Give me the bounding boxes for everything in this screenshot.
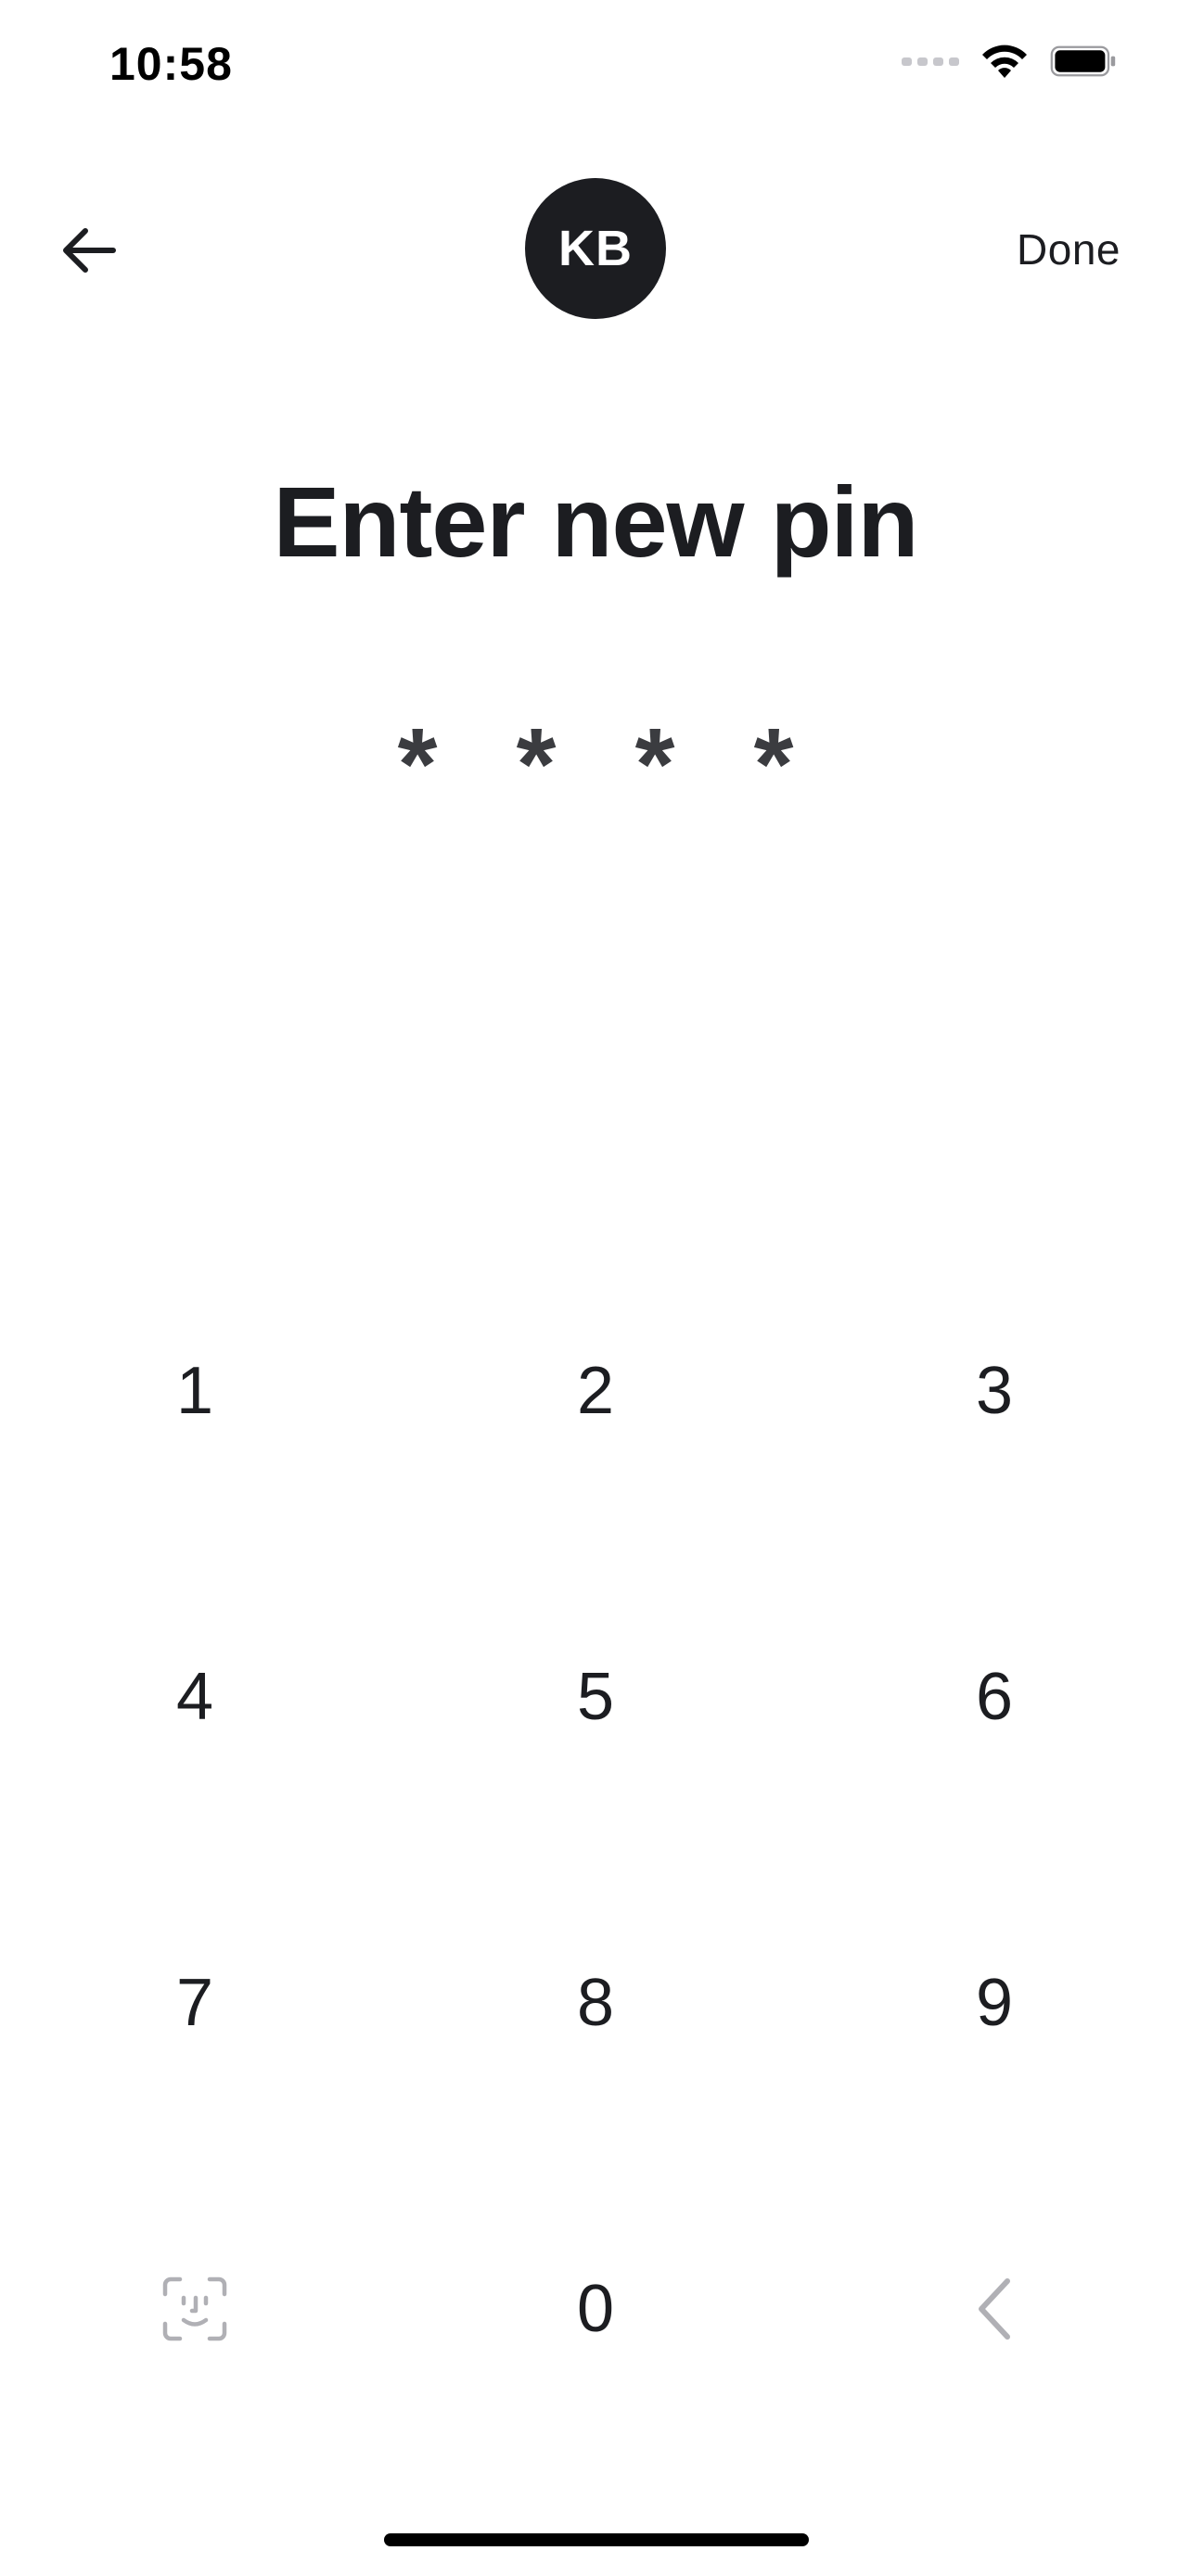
key-1[interactable]: 1 xyxy=(56,1298,334,1484)
chevron-left-icon xyxy=(979,2278,1010,2340)
pin-char: * xyxy=(634,708,675,822)
key-2[interactable]: 2 xyxy=(456,1298,735,1484)
face-id-button[interactable] xyxy=(56,2216,334,2402)
signal-icon xyxy=(902,57,959,66)
key-8[interactable]: 8 xyxy=(456,1910,735,2096)
status-time: 10:58 xyxy=(109,38,233,90)
home-indicator xyxy=(384,2533,809,2546)
status-icons xyxy=(902,43,1117,80)
key-7[interactable]: 7 xyxy=(56,1910,334,2096)
arrow-left-icon xyxy=(63,228,116,273)
avatar: KB xyxy=(525,178,666,319)
page-title: Enter new pin xyxy=(273,465,918,578)
pin-display: * * * * xyxy=(0,714,1191,816)
key-5[interactable]: 5 xyxy=(456,1604,735,1790)
header: KB Done xyxy=(0,176,1191,325)
status-bar: 10:58 xyxy=(0,0,1191,139)
key-4[interactable]: 4 xyxy=(56,1604,334,1790)
keypad: 1 2 3 4 5 6 7 8 9 0 xyxy=(0,1298,1191,2522)
pin-char: * xyxy=(397,708,438,822)
pin-char: * xyxy=(516,708,557,822)
face-id-icon xyxy=(162,2276,227,2341)
wifi-icon xyxy=(982,45,1027,78)
key-3[interactable]: 3 xyxy=(855,1298,1133,1484)
done-button[interactable]: Done xyxy=(1017,224,1121,274)
delete-button[interactable] xyxy=(855,2216,1133,2402)
battery-icon xyxy=(1050,45,1116,77)
key-9[interactable]: 9 xyxy=(855,1910,1133,2096)
pin-char: * xyxy=(753,708,794,822)
key-6[interactable]: 6 xyxy=(855,1604,1133,1790)
back-button[interactable] xyxy=(52,213,126,287)
key-0[interactable]: 0 xyxy=(456,2216,735,2402)
